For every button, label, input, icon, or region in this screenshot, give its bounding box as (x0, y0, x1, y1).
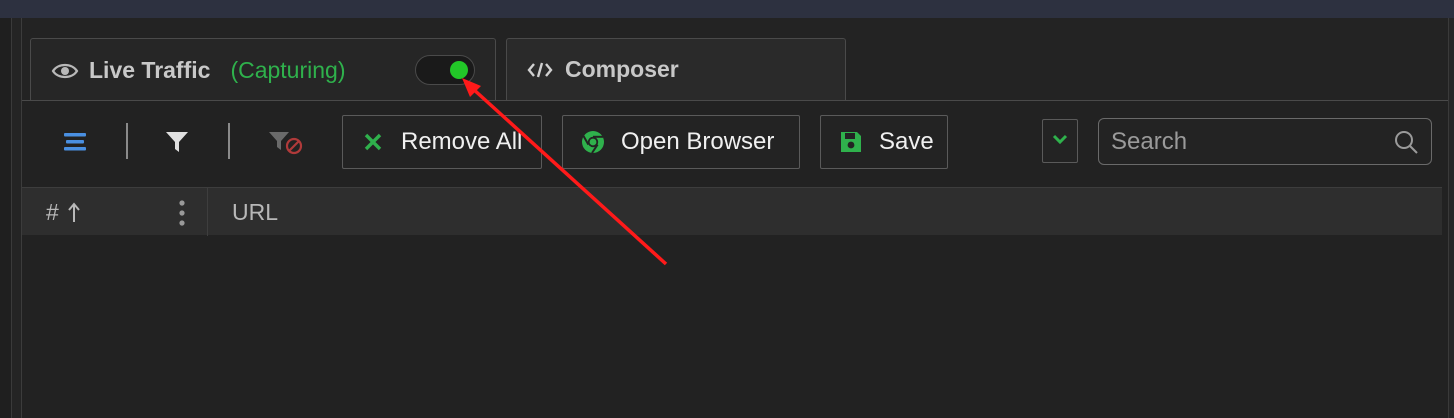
tab-composer[interactable]: Composer (506, 38, 846, 100)
column-divider[interactable] (207, 188, 208, 236)
floppy-icon (837, 130, 865, 154)
toolbar-separator (228, 123, 230, 159)
more-options-dropdown[interactable] (1042, 119, 1078, 163)
save-label: Save (879, 128, 934, 155)
filter-off-icon[interactable] (266, 127, 306, 157)
kebab-icon[interactable] (172, 198, 192, 228)
open-browser-label: Open Browser (621, 128, 775, 155)
chevron-down-icon (1052, 132, 1068, 150)
remove-all-button[interactable]: Remove All (342, 115, 542, 169)
column-header-number[interactable]: # (46, 188, 81, 236)
list-icon[interactable] (60, 127, 90, 157)
capture-toggle-knob (450, 61, 468, 79)
magnifier-icon[interactable] (1393, 129, 1419, 160)
capture-toggle[interactable] (415, 55, 475, 85)
left-splitter[interactable] (12, 18, 22, 418)
open-browser-button[interactable]: Open Browser (562, 115, 800, 169)
app-top-bar (0, 0, 1454, 18)
filter-icon[interactable] (162, 127, 192, 157)
remove-all-label: Remove All (401, 128, 523, 155)
live-traffic-panel: Remove All Open Browser Save Search # UR… (22, 100, 1448, 418)
column-number-label: # (46, 198, 59, 225)
eye-icon (51, 61, 79, 81)
code-icon (527, 60, 553, 80)
save-button[interactable]: Save (820, 115, 948, 169)
right-rail (1448, 18, 1454, 418)
tab-live-traffic[interactable]: Live Traffic (Capturing) (30, 38, 496, 102)
tab-composer-label: Composer (565, 56, 679, 82)
search-input[interactable] (1111, 127, 1381, 156)
left-rail (0, 18, 12, 418)
column-url-label: URL (232, 198, 279, 225)
arrow-up-icon (67, 201, 81, 223)
capture-status-text: (Capturing) (230, 57, 346, 83)
chrome-icon (579, 129, 607, 155)
search-box[interactable] (1098, 118, 1432, 165)
tab-live-traffic-label: Live Traffic (89, 57, 211, 83)
traffic-grid-header: # URL (22, 187, 1442, 236)
column-header-url[interactable]: URL (232, 188, 278, 236)
x-icon (359, 132, 387, 152)
toolbar-separator (126, 123, 128, 159)
